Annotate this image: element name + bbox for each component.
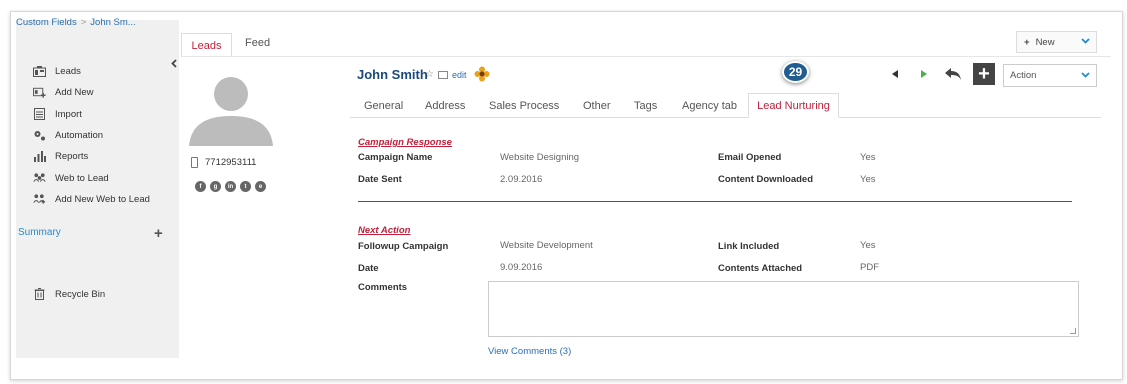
top-tab-divider [181, 56, 1111, 57]
tab-feed[interactable]: Feed [245, 37, 270, 49]
new-button-label: New [1035, 36, 1055, 48]
sidebar-item-label: Automation [55, 129, 104, 141]
sidebar-item-recycle-bin[interactable]: Recycle Bin [16, 285, 105, 303]
tab-other[interactable]: Other [583, 100, 611, 112]
content-downloaded-label: Content Downloaded [718, 174, 813, 185]
new-button[interactable]: + New [1016, 31, 1097, 53]
google-plus-icon[interactable]: g [210, 181, 221, 192]
automation-icon [33, 129, 46, 141]
breadcrumb-separator: > [80, 17, 87, 28]
link-included-value: Yes [860, 240, 876, 251]
section-divider [358, 201, 1072, 202]
email-opened-value: Yes [860, 152, 876, 163]
action-select-value: Action [1010, 70, 1037, 81]
sidebar-item-label: Add New [55, 86, 94, 98]
breadcrumb-link-custom-fields[interactable]: Custom Fields [16, 17, 77, 28]
email-opened-label: Email Opened [718, 152, 782, 163]
star-icon[interactable]: ☆ [425, 69, 434, 80]
sidebar-item-label: Web to Lead [55, 172, 109, 184]
sidebar-item-label: Import [55, 108, 82, 120]
campaign-name-value: Website Designing [500, 152, 580, 163]
breadcrumb-link-current[interactable]: John Sm... [90, 17, 135, 28]
sidebar-item-automation[interactable]: Automation [16, 126, 103, 144]
chevron-down-icon [1081, 38, 1090, 44]
email-icon[interactable]: e [255, 181, 266, 192]
plus-icon: + [1024, 36, 1030, 48]
breadcrumb: Custom Fields > John Sm... [16, 17, 136, 28]
tab-general[interactable]: General [364, 100, 403, 112]
sidebar-item-add-web-to-lead[interactable]: Add New Web to Lead [16, 190, 150, 208]
date-sent-value: 2.09.2016 [500, 174, 543, 185]
sidebar-item-label: Reports [55, 150, 89, 162]
sidebar-item-label: Leads [55, 65, 81, 77]
add-summary-button[interactable]: + [154, 226, 163, 241]
sidebar: Leads Add New Import Automation Reports … [16, 20, 179, 358]
resize-handle-icon[interactable] [1070, 328, 1076, 334]
next-arrow-icon[interactable] [921, 70, 927, 78]
sidebar-item-leads[interactable]: Leads [16, 62, 81, 80]
tab-address[interactable]: Address [425, 100, 465, 112]
leads-icon [33, 65, 46, 77]
view-comments-link[interactable]: View Comments (3) [488, 346, 571, 357]
link-included-label: Link Included [718, 241, 780, 252]
social-links: f g in t e [195, 181, 266, 192]
summary-link[interactable]: Summary [18, 227, 61, 238]
tab-sales-process[interactable]: Sales Process [489, 100, 559, 112]
add-button[interactable]: + [973, 63, 995, 85]
action-select[interactable]: Action [1003, 64, 1097, 87]
flower-icon[interactable] [474, 66, 490, 82]
campaign-response-title: Campaign Response [358, 137, 452, 148]
phone-icon [191, 157, 198, 168]
add-web-to-lead-icon [33, 193, 46, 205]
sidebar-item-label: Recycle Bin [55, 288, 106, 300]
date-label: Date [358, 263, 379, 274]
add-new-icon [33, 86, 46, 98]
chevron-down-icon [1081, 72, 1090, 78]
tab-lead-nurturing[interactable]: Lead Nurturing [748, 93, 839, 118]
contents-attached-label: Contents Attached [718, 263, 803, 274]
tab-leads[interactable]: Leads [181, 33, 232, 57]
linkedin-icon[interactable]: in [225, 181, 236, 192]
tab-tags[interactable]: Tags [634, 100, 657, 112]
collapse-sidebar-icon[interactable] [171, 59, 177, 71]
recycle-bin-icon [33, 288, 46, 300]
previous-arrow-icon[interactable] [892, 70, 898, 78]
contents-attached-value: PDF [860, 262, 879, 273]
reports-icon [33, 150, 46, 162]
facebook-icon[interactable]: f [195, 181, 206, 192]
step-badge: 29 [782, 61, 809, 83]
sidebar-item-add-new[interactable]: Add New [16, 83, 94, 101]
tab-divider [350, 117, 1101, 118]
avatar [189, 68, 273, 146]
phone-number: 7712953111 [191, 157, 256, 168]
next-action-title: Next Action [358, 225, 411, 236]
campaign-name-label: Campaign Name [358, 152, 433, 163]
vcard-icon[interactable] [438, 71, 448, 79]
followup-campaign-label: Followup Campaign [358, 241, 449, 252]
date-sent-label: Date Sent [358, 174, 402, 185]
lead-name: John Smith [357, 67, 428, 82]
content-downloaded-value: Yes [860, 174, 876, 185]
web-to-lead-icon [33, 172, 46, 184]
phone-text: 7712953111 [205, 157, 257, 168]
sidebar-item-label: Add New Web to Lead [55, 193, 150, 205]
edit-link[interactable]: edit [452, 70, 467, 80]
sidebar-item-import[interactable]: Import [16, 105, 82, 123]
comments-textarea[interactable] [488, 281, 1079, 337]
tab-agency[interactable]: Agency tab [682, 100, 737, 112]
sidebar-item-reports[interactable]: Reports [16, 147, 88, 165]
followup-campaign-value: Website Development [500, 240, 593, 251]
sidebar-item-web-to-lead[interactable]: Web to Lead [16, 169, 109, 187]
date-value: 9.09.2016 [500, 262, 543, 273]
reply-icon[interactable] [944, 66, 962, 82]
comments-label: Comments [358, 282, 408, 293]
twitter-icon[interactable]: t [240, 181, 251, 192]
import-icon [33, 108, 46, 120]
